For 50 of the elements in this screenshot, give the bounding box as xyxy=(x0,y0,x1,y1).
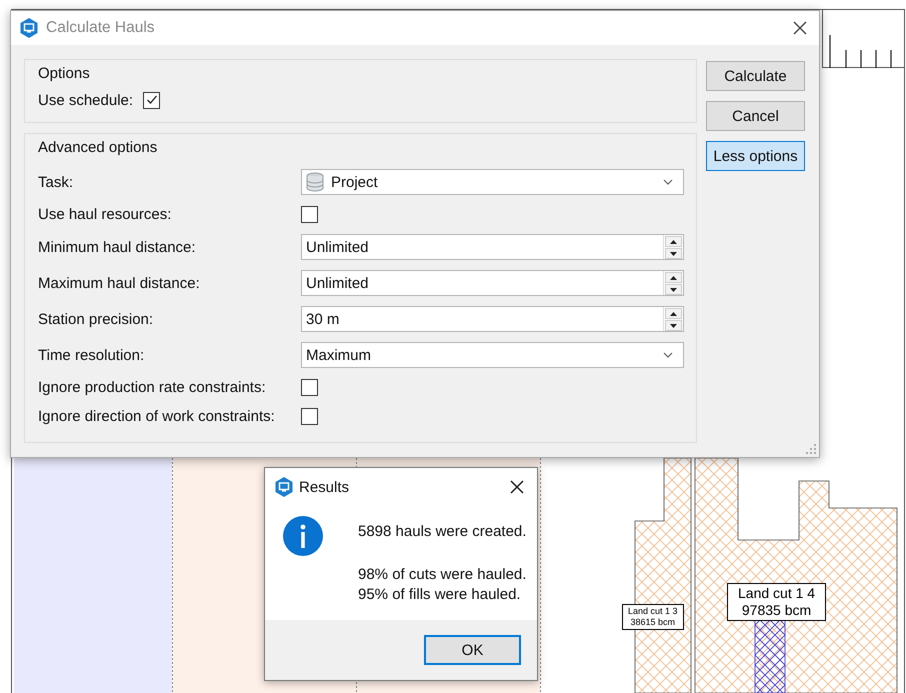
spinner-field[interactable]: Unlimited xyxy=(301,234,684,260)
volume-label: Land cut 1 4 97835 bcm xyxy=(727,583,826,621)
field-label: Ignore production rate constraints: xyxy=(38,379,267,396)
up-arrow-icon xyxy=(670,240,677,244)
field-label: Minimum haul distance: xyxy=(38,238,197,256)
ok-button[interactable]: OK xyxy=(424,635,521,665)
checkbox[interactable] xyxy=(301,408,318,425)
window-title: Calculate Hauls xyxy=(46,19,156,37)
up-arrow-icon xyxy=(670,276,677,280)
field-label: Ignore direction of work constraints: xyxy=(38,408,276,425)
dialog-button[interactable]: Calculate xyxy=(706,61,805,91)
group-title: Options xyxy=(38,65,91,82)
resize-grip-icon[interactable] xyxy=(806,444,816,454)
checkbox[interactable] xyxy=(301,379,318,396)
spin-down-button[interactable] xyxy=(665,284,682,295)
checkbox[interactable] xyxy=(143,92,160,108)
down-arrow-icon xyxy=(670,324,677,328)
field-label: Use schedule: xyxy=(38,92,134,108)
field-label: Use haul resources: xyxy=(38,206,172,223)
down-arrow-icon xyxy=(670,252,677,256)
spin-up-button[interactable] xyxy=(665,236,682,247)
spin-up-button[interactable] xyxy=(665,272,682,283)
dropdown[interactable]: Project xyxy=(301,169,684,195)
field-label: Station precision: xyxy=(38,310,154,328)
window-title: Results xyxy=(299,478,350,496)
result-message: 95% of fills were hauled. xyxy=(358,585,522,605)
app-icon xyxy=(275,477,293,497)
field-label: Maximum haul distance: xyxy=(38,274,201,292)
spinner-field[interactable]: Unlimited xyxy=(301,270,684,296)
chevron-icon xyxy=(663,352,673,358)
group-title: Advanced options xyxy=(38,139,158,156)
dialog-button[interactable]: Cancel xyxy=(706,101,805,131)
app-icon xyxy=(20,18,38,38)
dialog-button[interactable]: Less options xyxy=(706,141,805,171)
dropdown[interactable]: Maximum xyxy=(301,342,684,368)
volume-label: Land cut 1 3 38615 bcm xyxy=(622,604,684,630)
spin-up-button[interactable] xyxy=(665,308,682,319)
spinner-field[interactable]: 30 m xyxy=(301,306,684,332)
field-label: Time resolution: xyxy=(38,346,146,364)
field-label: Task: xyxy=(38,174,74,190)
info-icon xyxy=(283,516,323,556)
database-icon xyxy=(306,172,324,192)
result-message: 98% of cuts were hauled. xyxy=(358,565,526,585)
checkbox[interactable] xyxy=(301,206,318,223)
up-arrow-icon xyxy=(670,312,677,316)
spin-down-button[interactable] xyxy=(665,320,682,331)
down-arrow-icon xyxy=(670,288,677,292)
result-message: 5898 hauls were created. xyxy=(358,522,526,542)
chevron-icon xyxy=(663,179,673,185)
spin-down-button[interactable] xyxy=(665,248,682,259)
